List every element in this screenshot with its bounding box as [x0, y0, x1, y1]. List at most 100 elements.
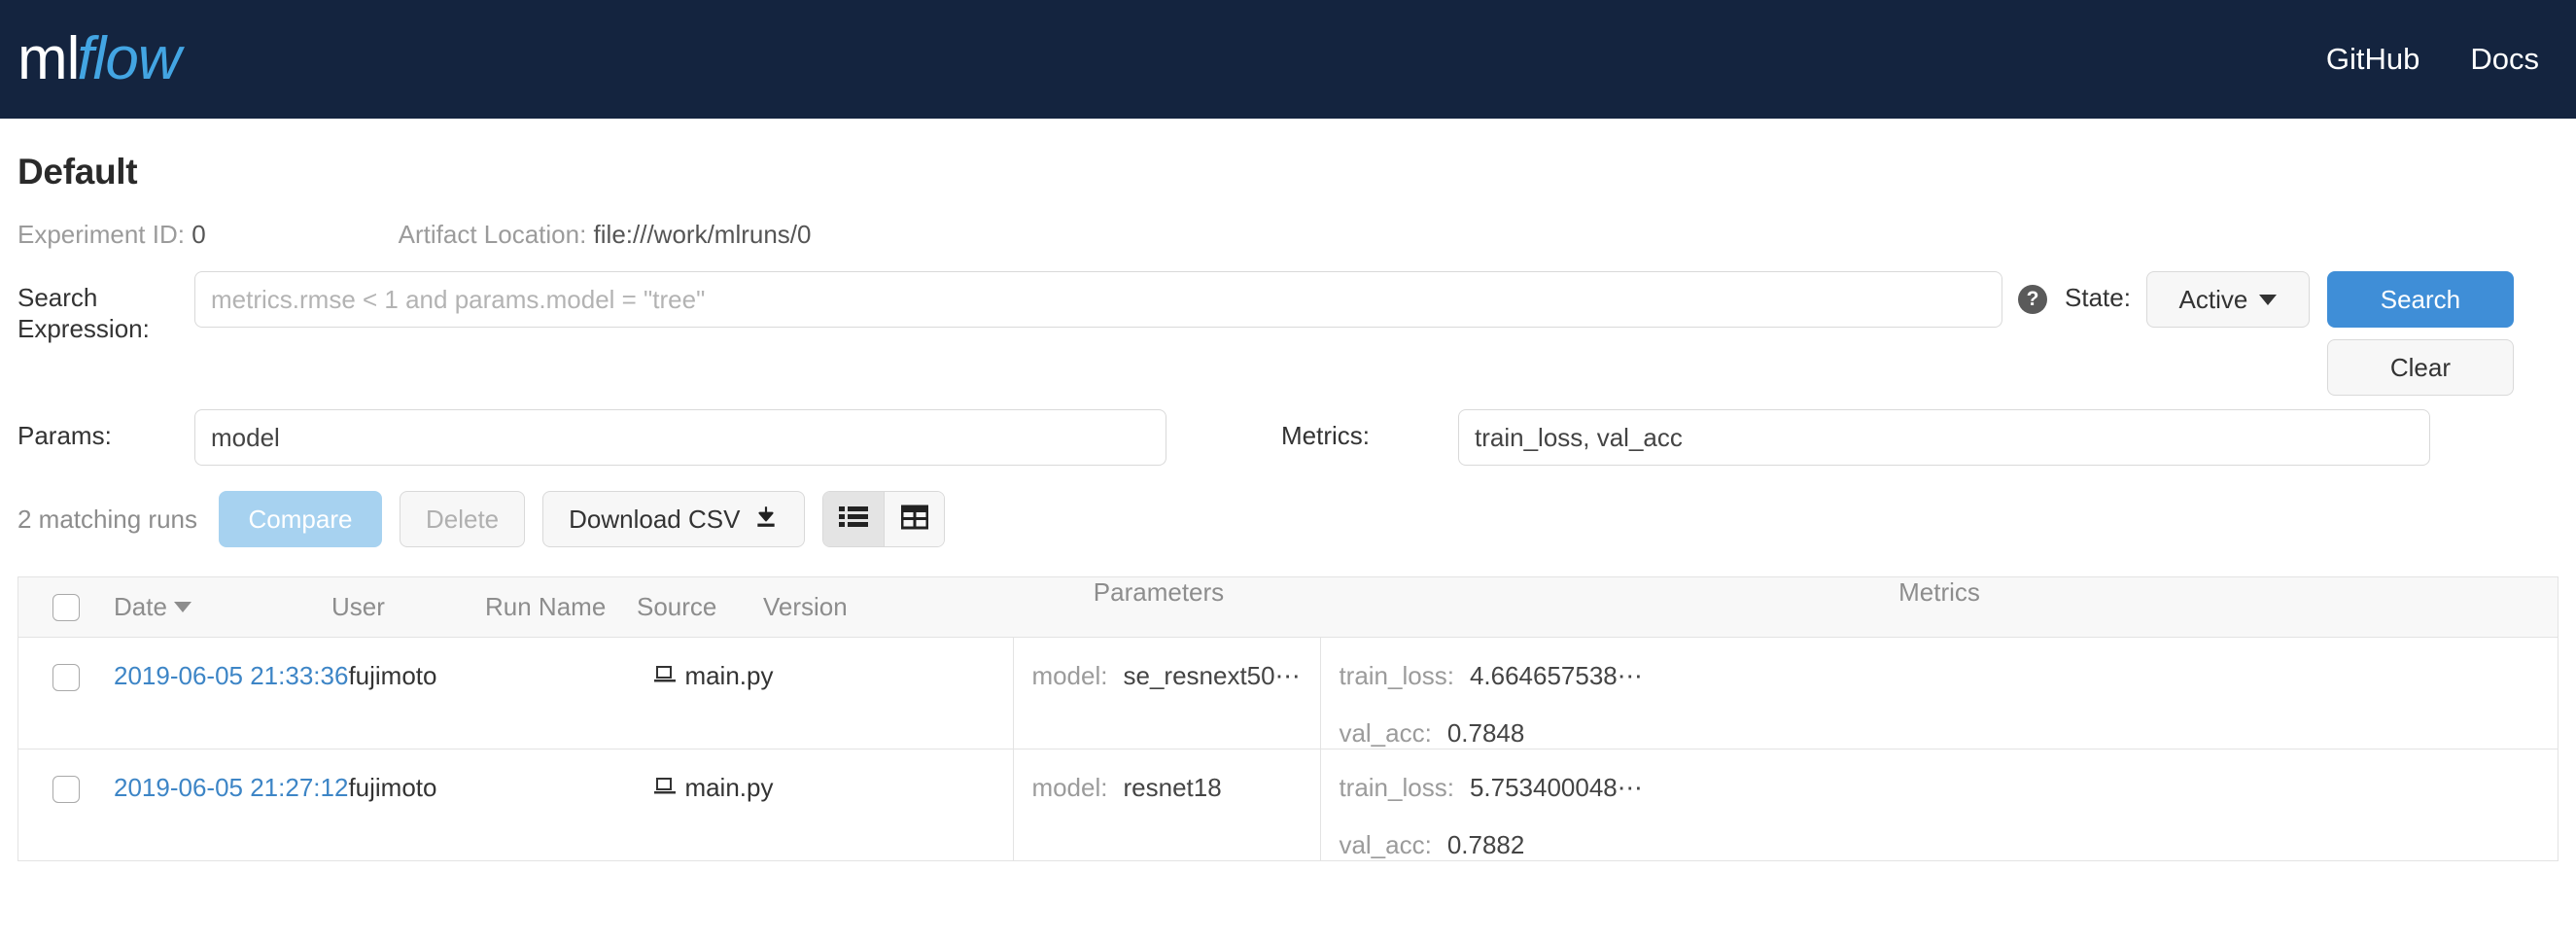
experiment-id-block: Experiment ID: 0	[17, 220, 206, 250]
metric-item: train_loss: 4.664657538⋯	[1339, 661, 1642, 691]
clear-button[interactable]: Clear	[2326, 339, 2514, 396]
chevron-down-icon	[2259, 294, 2278, 305]
search-action-buttons: Search Clear	[2326, 271, 2514, 396]
parameter-key: model:	[1031, 773, 1108, 802]
row-select-cell	[18, 638, 114, 749]
logo-text-ml: ml	[17, 25, 80, 92]
artifact-location-block: Artifact Location: file:///work/mlruns/0	[399, 220, 812, 250]
metric-key: val_acc:	[1339, 718, 1432, 748]
sort-desc-icon	[173, 602, 191, 612]
top-navbar: ml flow GitHub Docs	[0, 0, 2576, 119]
run-version-cell	[780, 749, 1013, 860]
state-dropdown[interactable]: Active	[2145, 271, 2310, 328]
select-all-cell	[18, 577, 114, 637]
parameter-item: model: se_resnext50⋯	[1031, 661, 1300, 691]
view-toggle-group	[822, 491, 946, 547]
search-expression-input[interactable]	[194, 271, 2002, 328]
parameter-item: model: resnet18	[1031, 773, 1221, 803]
list-view-button[interactable]	[823, 492, 885, 546]
navbar-links: GitHub Docs	[2326, 42, 2539, 77]
nav-link-docs[interactable]: Docs	[2470, 42, 2539, 77]
laptop-icon	[653, 661, 677, 691]
row-checkbox[interactable]	[52, 664, 80, 691]
mlflow-logo[interactable]: ml flow	[17, 25, 182, 92]
table-row: 2019-06-05 21:27:12 fujimoto main.py mod…	[18, 749, 2558, 861]
column-header-metrics[interactable]: Metrics	[1304, 577, 2558, 637]
page-body: Default Experiment ID: 0 Artifact Locati…	[0, 152, 2576, 861]
matching-runs-count: 2 matching runs	[17, 504, 197, 534]
run-name-cell	[502, 749, 653, 860]
params-label: Params:	[17, 421, 112, 450]
run-metrics-cell: train_loss: 4.664657538⋯ val_acc: 0.7848	[1320, 638, 2558, 749]
download-csv-button[interactable]: Download CSV	[542, 491, 806, 547]
run-parameters-cell: model: se_resnext50⋯	[1013, 638, 1320, 749]
search-expression-row: Search Expression: ? State: Active Searc…	[17, 271, 2559, 396]
list-view-icon	[839, 505, 869, 535]
metric-item: train_loss: 5.753400048⋯	[1339, 773, 1642, 803]
logo-text-flow: flow	[77, 25, 181, 92]
run-version-cell	[780, 638, 1013, 749]
nav-link-github[interactable]: GitHub	[2326, 42, 2419, 77]
run-user-cell: fujimoto	[348, 773, 437, 802]
experiment-id-value: 0	[191, 220, 206, 249]
row-select-cell	[18, 749, 114, 860]
artifact-location-value: file:///work/mlruns/0	[593, 220, 812, 249]
laptop-icon	[653, 773, 677, 803]
run-date-link[interactable]: 2019-06-05 21:33:36	[114, 661, 348, 691]
row-checkbox[interactable]	[52, 776, 80, 803]
parameter-value: se_resnext50⋯	[1123, 661, 1301, 690]
table-row: 2019-06-05 21:33:36 fujimoto main.py mod…	[18, 638, 2558, 749]
metric-item: val_acc: 0.7848	[1339, 718, 1524, 749]
metric-item: val_acc: 0.7882	[1339, 830, 1524, 860]
select-all-checkbox[interactable]	[52, 593, 80, 621]
params-input[interactable]	[194, 409, 1166, 466]
experiment-id-label: Experiment ID:	[17, 220, 185, 249]
help-icon[interactable]: ?	[2018, 285, 2047, 314]
download-csv-label: Download CSV	[569, 504, 741, 534]
run-source-label: main.py	[684, 773, 774, 802]
run-user-cell: fujimoto	[348, 661, 437, 690]
column-header-parameters[interactable]: Parameters	[996, 577, 1304, 637]
page-title: Default	[17, 152, 138, 192]
metric-value: 0.7848	[1446, 718, 1525, 748]
search-expression-label: Search Expression:	[17, 283, 150, 343]
metric-key: train_loss:	[1339, 661, 1454, 690]
parameter-value: resnet18	[1123, 773, 1222, 802]
run-date-cell: 2019-06-05 21:33:36	[114, 638, 348, 749]
run-date-cell: 2019-06-05 21:27:12	[114, 749, 348, 860]
column-header-version[interactable]: Version	[763, 577, 996, 637]
metric-value: 0.7882	[1446, 830, 1525, 859]
runs-toolbar: 2 matching runs Compare Delete Download …	[17, 491, 2559, 547]
parameter-key: model:	[1031, 661, 1108, 690]
search-form: Search Expression: ? State: Active Searc…	[17, 271, 2559, 466]
compare-button[interactable]: Compare	[218, 491, 382, 547]
run-source-cell: main.py	[653, 749, 780, 860]
table-header-row: Date User Run Name Source Version Parame…	[18, 577, 2558, 638]
metrics-label: Metrics:	[1281, 421, 1370, 450]
column-header-source[interactable]: Source	[637, 577, 763, 637]
runs-table: Date User Run Name Source Version Parame…	[17, 576, 2559, 861]
experiment-metadata: Experiment ID: 0 Artifact Location: file…	[17, 220, 2559, 250]
run-source-cell: main.py	[653, 638, 780, 749]
state-dropdown-value: Active	[2178, 284, 2248, 314]
metric-key: val_acc:	[1339, 830, 1432, 859]
download-icon	[753, 504, 779, 536]
metric-value: 5.753400048⋯	[1469, 773, 1643, 802]
run-date-link[interactable]: 2019-06-05 21:27:12	[114, 773, 348, 803]
params-metrics-row: Params: Metrics:	[17, 409, 2559, 466]
column-header-user[interactable]: User	[331, 577, 485, 637]
run-source-label: main.py	[684, 661, 774, 690]
search-button[interactable]: Search	[2326, 271, 2514, 328]
table-view-icon	[900, 505, 929, 535]
run-metrics-cell: train_loss: 5.753400048⋯ val_acc: 0.7882	[1320, 749, 2558, 860]
run-name-cell	[502, 638, 653, 749]
metric-key: train_loss:	[1339, 773, 1454, 802]
artifact-location-label: Artifact Location:	[398, 220, 587, 249]
table-view-button[interactable]	[884, 492, 945, 546]
column-header-date[interactable]: Date	[114, 577, 331, 637]
delete-button[interactable]: Delete	[399, 491, 526, 547]
state-label: State:	[2065, 283, 2131, 312]
metrics-input[interactable]	[1458, 409, 2430, 466]
column-header-date-label: Date	[114, 592, 167, 621]
column-header-run-name[interactable]: Run Name	[485, 577, 637, 637]
